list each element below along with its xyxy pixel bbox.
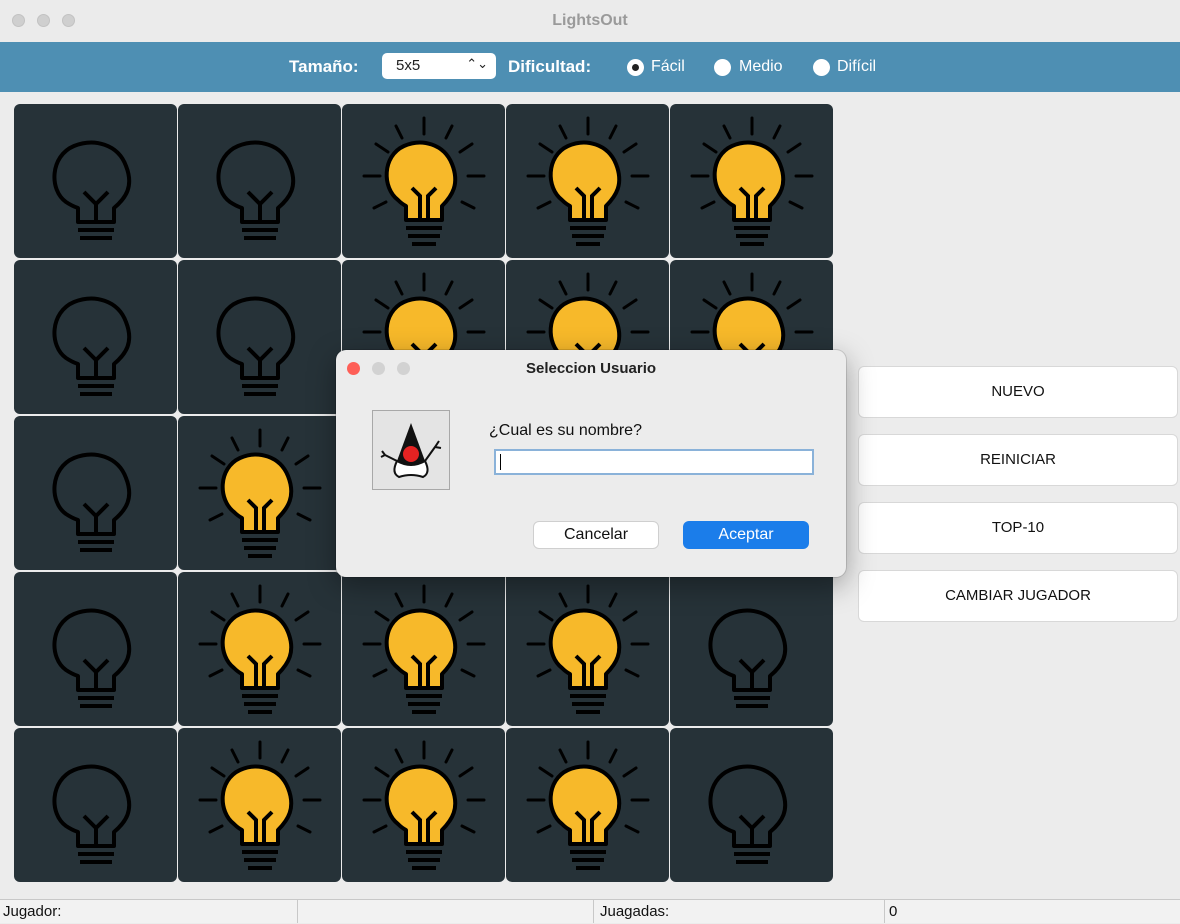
options-toolbar: Tamaño: 5x5 ⌃⌄ Dificultad: Fácil Medio D…: [0, 42, 1180, 92]
difficulty-radio-medio[interactable]: [714, 59, 731, 76]
light-cell-r4-c5[interactable]: [670, 572, 833, 726]
light-cell-r2-c2[interactable]: [178, 260, 341, 414]
dialog-title: Seleccion Usuario: [525, 360, 657, 377]
size-select-value: 5x5: [396, 57, 421, 74]
light-cell-r5-c3[interactable]: [342, 728, 505, 882]
light-cell-r2-c1[interactable]: [14, 260, 177, 414]
size-label: Tamaño:: [289, 57, 359, 76]
player-label: Jugador:: [3, 903, 62, 920]
user-selection-dialog: Seleccion Usuario ¿Cual es su nombre? Ca…: [336, 350, 846, 577]
new-game-button[interactable]: NUEVO: [858, 366, 1178, 418]
light-cell-r1-c4[interactable]: [506, 104, 669, 258]
status-divider: [884, 900, 885, 923]
java-duke-icon: [372, 410, 450, 490]
moves-label: Juagadas:: [600, 903, 670, 920]
top10-button[interactable]: TOP-10: [858, 502, 1178, 554]
status-bar: Jugador: Juagadas: 0: [0, 899, 1180, 923]
text-caret: [500, 454, 501, 470]
window-title: LightsOut: [552, 12, 628, 29]
light-cell-r4-c2[interactable]: [178, 572, 341, 726]
chevron-updown-icon: ⌃⌄: [466, 56, 488, 71]
light-cell-r1-c5[interactable]: [670, 104, 833, 258]
light-cell-r4-c4[interactable]: [506, 572, 669, 726]
restart-button[interactable]: REINICIAR: [858, 434, 1178, 486]
size-select[interactable]: 5x5 ⌃⌄: [382, 53, 496, 79]
difficulty-label: Dificultad:: [508, 57, 592, 76]
difficulty-radio-label: Difícil: [837, 58, 877, 75]
accept-button[interactable]: Aceptar: [683, 521, 809, 549]
light-cell-r1-c1[interactable]: [14, 104, 177, 258]
light-cell-r1-c3[interactable]: [342, 104, 505, 258]
light-cell-r1-c2[interactable]: [178, 104, 341, 258]
difficulty-radio-label: Fácil: [651, 58, 685, 75]
change-player-button[interactable]: CAMBIAR JUGADOR: [858, 570, 1178, 622]
difficulty-radio-dificil[interactable]: [813, 59, 830, 76]
status-divider: [297, 900, 298, 923]
name-input[interactable]: [494, 449, 814, 475]
difficulty-radio-label: Medio: [739, 58, 783, 75]
light-cell-r4-c3[interactable]: [342, 572, 505, 726]
cancel-button[interactable]: Cancelar: [533, 521, 659, 549]
window-titlebar: LightsOut: [0, 0, 1180, 43]
difficulty-radio-facil[interactable]: [627, 59, 644, 76]
light-cell-r5-c5[interactable]: [670, 728, 833, 882]
light-cell-r3-c1[interactable]: [14, 416, 177, 570]
light-cell-r5-c1[interactable]: [14, 728, 177, 882]
light-cell-r5-c2[interactable]: [178, 728, 341, 882]
name-question: ¿Cual es su nombre?: [489, 422, 642, 439]
moves-value: 0: [889, 903, 898, 920]
status-divider: [593, 900, 594, 923]
light-cell-r4-c1[interactable]: [14, 572, 177, 726]
light-cell-r3-c2[interactable]: [178, 416, 341, 570]
light-cell-r5-c4[interactable]: [506, 728, 669, 882]
